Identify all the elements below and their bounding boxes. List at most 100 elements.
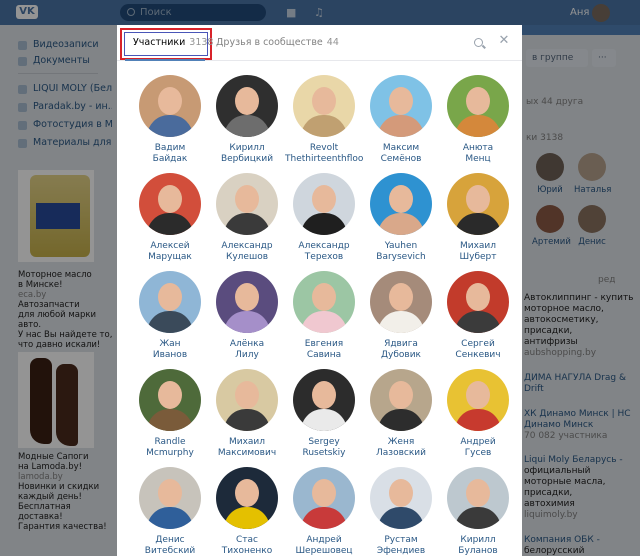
member-first-name: Вадим bbox=[154, 143, 186, 153]
member-avatar[interactable] bbox=[216, 271, 278, 333]
member-card[interactable]: Ядвига Дубовик bbox=[362, 271, 440, 367]
member-card[interactable]: Андрей Гусев bbox=[439, 369, 517, 465]
member-name[interactable]: Ядвига Дубовик bbox=[362, 339, 440, 361]
member-card[interactable]: Сергей Сенкевич bbox=[439, 271, 517, 367]
member-name[interactable]: Кирилл Вербицкий bbox=[208, 143, 286, 165]
member-card[interactable]: Андрей Шерешовец bbox=[285, 467, 363, 556]
member-card[interactable]: Денис Витебский bbox=[131, 467, 209, 556]
members-modal: Участники 3138 Друзья в сообществе 44 ✕ Ва… bbox=[117, 25, 522, 556]
member-avatar[interactable] bbox=[293, 271, 355, 333]
close-icon[interactable]: ✕ bbox=[497, 34, 511, 48]
member-name[interactable]: Александр Кулешов bbox=[208, 241, 286, 263]
member-last-name: Сенкевич bbox=[455, 350, 501, 360]
member-last-name: Витебский bbox=[144, 546, 196, 556]
member-card[interactable]: Максим Семёнов bbox=[362, 75, 440, 171]
member-avatar[interactable] bbox=[216, 369, 278, 431]
member-card[interactable]: Рустам Эфендиев bbox=[362, 467, 440, 556]
avatar-body bbox=[378, 213, 424, 235]
member-card[interactable]: Евгения Савина bbox=[285, 271, 363, 367]
member-card[interactable]: Жан Иванов bbox=[131, 271, 209, 367]
member-name[interactable]: Михаил Шуберт bbox=[439, 241, 517, 263]
member-card[interactable]: Кирилл Буланов bbox=[439, 467, 517, 556]
member-avatar[interactable] bbox=[216, 173, 278, 235]
member-card[interactable]: Стас Тихоненко bbox=[208, 467, 286, 556]
member-name[interactable]: Вадим Байдак bbox=[131, 143, 209, 165]
member-name[interactable]: Кирилл Буланов bbox=[439, 535, 517, 556]
member-avatar[interactable] bbox=[293, 467, 355, 529]
tab-members[interactable]: Участники 3138 bbox=[133, 37, 213, 48]
member-name[interactable]: Михаил Максимович bbox=[208, 437, 286, 459]
member-card[interactable]: Михаил Максимович bbox=[208, 369, 286, 465]
member-card[interactable]: Randle Mcmurphy bbox=[131, 369, 209, 465]
member-avatar[interactable] bbox=[216, 75, 278, 137]
member-first-name: Андрей bbox=[306, 535, 342, 545]
member-avatar[interactable] bbox=[370, 173, 432, 235]
member-name[interactable]: Рустам Эфендиев bbox=[362, 535, 440, 556]
avatar-face bbox=[466, 381, 490, 409]
member-first-name: Сергей bbox=[461, 339, 495, 349]
member-avatar[interactable] bbox=[216, 467, 278, 529]
member-name[interactable]: Сергей Сенкевич bbox=[439, 339, 517, 361]
member-avatar[interactable] bbox=[293, 173, 355, 235]
avatar-face bbox=[312, 185, 336, 213]
member-name[interactable]: Стас Тихоненко bbox=[208, 535, 286, 556]
member-name[interactable]: Sergey Rusetskiy bbox=[285, 437, 363, 459]
member-first-name: Randle bbox=[154, 437, 186, 447]
member-avatar[interactable] bbox=[447, 173, 509, 235]
member-name[interactable]: Андрей Шерешовец bbox=[285, 535, 363, 556]
member-name[interactable]: Алексей Марущак bbox=[131, 241, 209, 263]
member-card[interactable]: Алексей Марущак bbox=[131, 173, 209, 269]
member-card[interactable]: Sergey Rusetskiy bbox=[285, 369, 363, 465]
member-card[interactable]: Михаил Шуберт bbox=[439, 173, 517, 269]
member-last-name: Эфендиев bbox=[376, 546, 426, 556]
member-name[interactable]: Александр Терехов bbox=[285, 241, 363, 263]
search-icon[interactable] bbox=[474, 38, 483, 47]
avatar-face bbox=[158, 283, 182, 311]
member-first-name: Анюта bbox=[462, 143, 494, 153]
member-card[interactable]: Женя Лазовский bbox=[362, 369, 440, 465]
member-avatar[interactable] bbox=[370, 271, 432, 333]
member-avatar[interactable] bbox=[139, 271, 201, 333]
member-name[interactable]: Revolt Thethirteenthfloor bbox=[285, 143, 363, 165]
member-avatar[interactable] bbox=[139, 173, 201, 235]
member-avatar[interactable] bbox=[370, 75, 432, 137]
member-card[interactable]: Yauhen Barysevich bbox=[362, 173, 440, 269]
member-last-name: Менц bbox=[465, 154, 491, 164]
member-card[interactable]: Александр Терехов bbox=[285, 173, 363, 269]
avatar-face bbox=[389, 479, 413, 507]
member-avatar[interactable] bbox=[370, 369, 432, 431]
member-name[interactable]: Randle Mcmurphy bbox=[131, 437, 209, 459]
member-avatar[interactable] bbox=[447, 467, 509, 529]
avatar-face bbox=[389, 283, 413, 311]
member-card[interactable]: Revolt Thethirteenthfloor bbox=[285, 75, 363, 171]
member-first-name: Кирилл bbox=[460, 535, 496, 545]
avatar-body bbox=[455, 115, 501, 137]
member-name[interactable]: Евгения Савина bbox=[285, 339, 363, 361]
member-name[interactable]: Yauhen Barysevich bbox=[362, 241, 440, 263]
member-name[interactable]: Максим Семёнов bbox=[362, 143, 440, 165]
member-avatar[interactable] bbox=[139, 75, 201, 137]
member-avatar[interactable] bbox=[447, 75, 509, 137]
member-avatar[interactable] bbox=[293, 75, 355, 137]
member-avatar[interactable] bbox=[139, 467, 201, 529]
member-avatar[interactable] bbox=[447, 271, 509, 333]
member-card[interactable]: Алёнка Лилу bbox=[208, 271, 286, 367]
member-name[interactable]: Андрей Гусев bbox=[439, 437, 517, 459]
member-avatar[interactable] bbox=[447, 369, 509, 431]
member-avatar[interactable] bbox=[139, 369, 201, 431]
member-card[interactable]: Александр Кулешов bbox=[208, 173, 286, 269]
avatar-face bbox=[235, 185, 259, 213]
member-name[interactable]: Женя Лазовский bbox=[362, 437, 440, 459]
member-name[interactable]: Алёнка Лилу bbox=[208, 339, 286, 361]
member-card[interactable]: Анюта Менц bbox=[439, 75, 517, 171]
member-name[interactable]: Денис Витебский bbox=[131, 535, 209, 556]
member-avatar[interactable] bbox=[370, 467, 432, 529]
tab-members-count: 3138 bbox=[189, 37, 214, 48]
member-name[interactable]: Анюта Менц bbox=[439, 143, 517, 165]
member-card[interactable]: Вадим Байдак bbox=[131, 75, 209, 171]
tab-friends-in-community[interactable]: Друзья в сообществе 44 bbox=[216, 37, 339, 48]
member-last-name: Лазовский bbox=[376, 448, 426, 458]
member-name[interactable]: Жан Иванов bbox=[131, 339, 209, 361]
member-card[interactable]: Кирилл Вербицкий bbox=[208, 75, 286, 171]
member-avatar[interactable] bbox=[293, 369, 355, 431]
